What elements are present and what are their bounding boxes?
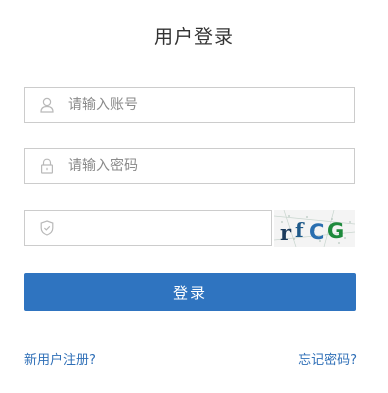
login-button[interactable]: 登录	[24, 273, 356, 311]
captcha-input[interactable]	[68, 211, 271, 245]
user-icon	[40, 97, 54, 113]
captcha-char: C	[309, 220, 324, 244]
password-input[interactable]	[68, 149, 354, 183]
register-link[interactable]: 新用户注册?	[24, 349, 96, 368]
account-field[interactable]	[24, 87, 355, 123]
login-page: 用户登录 请输入账号 r f C G 登录 新用户注册? 忘记密码?	[0, 0, 388, 393]
captcha-char: G	[327, 219, 344, 243]
captcha-field[interactable]	[24, 210, 272, 246]
captcha-char: f	[295, 218, 305, 242]
captcha-image[interactable]: r f C G	[274, 210, 355, 247]
lock-icon	[40, 158, 54, 174]
account-input[interactable]	[68, 88, 354, 122]
captcha-char: r	[280, 220, 292, 245]
password-field[interactable]	[24, 148, 355, 184]
shield-icon	[40, 220, 54, 236]
page-title: 用户登录	[153, 26, 234, 48]
forgot-password-link[interactable]: 忘记密码?	[298, 349, 357, 368]
